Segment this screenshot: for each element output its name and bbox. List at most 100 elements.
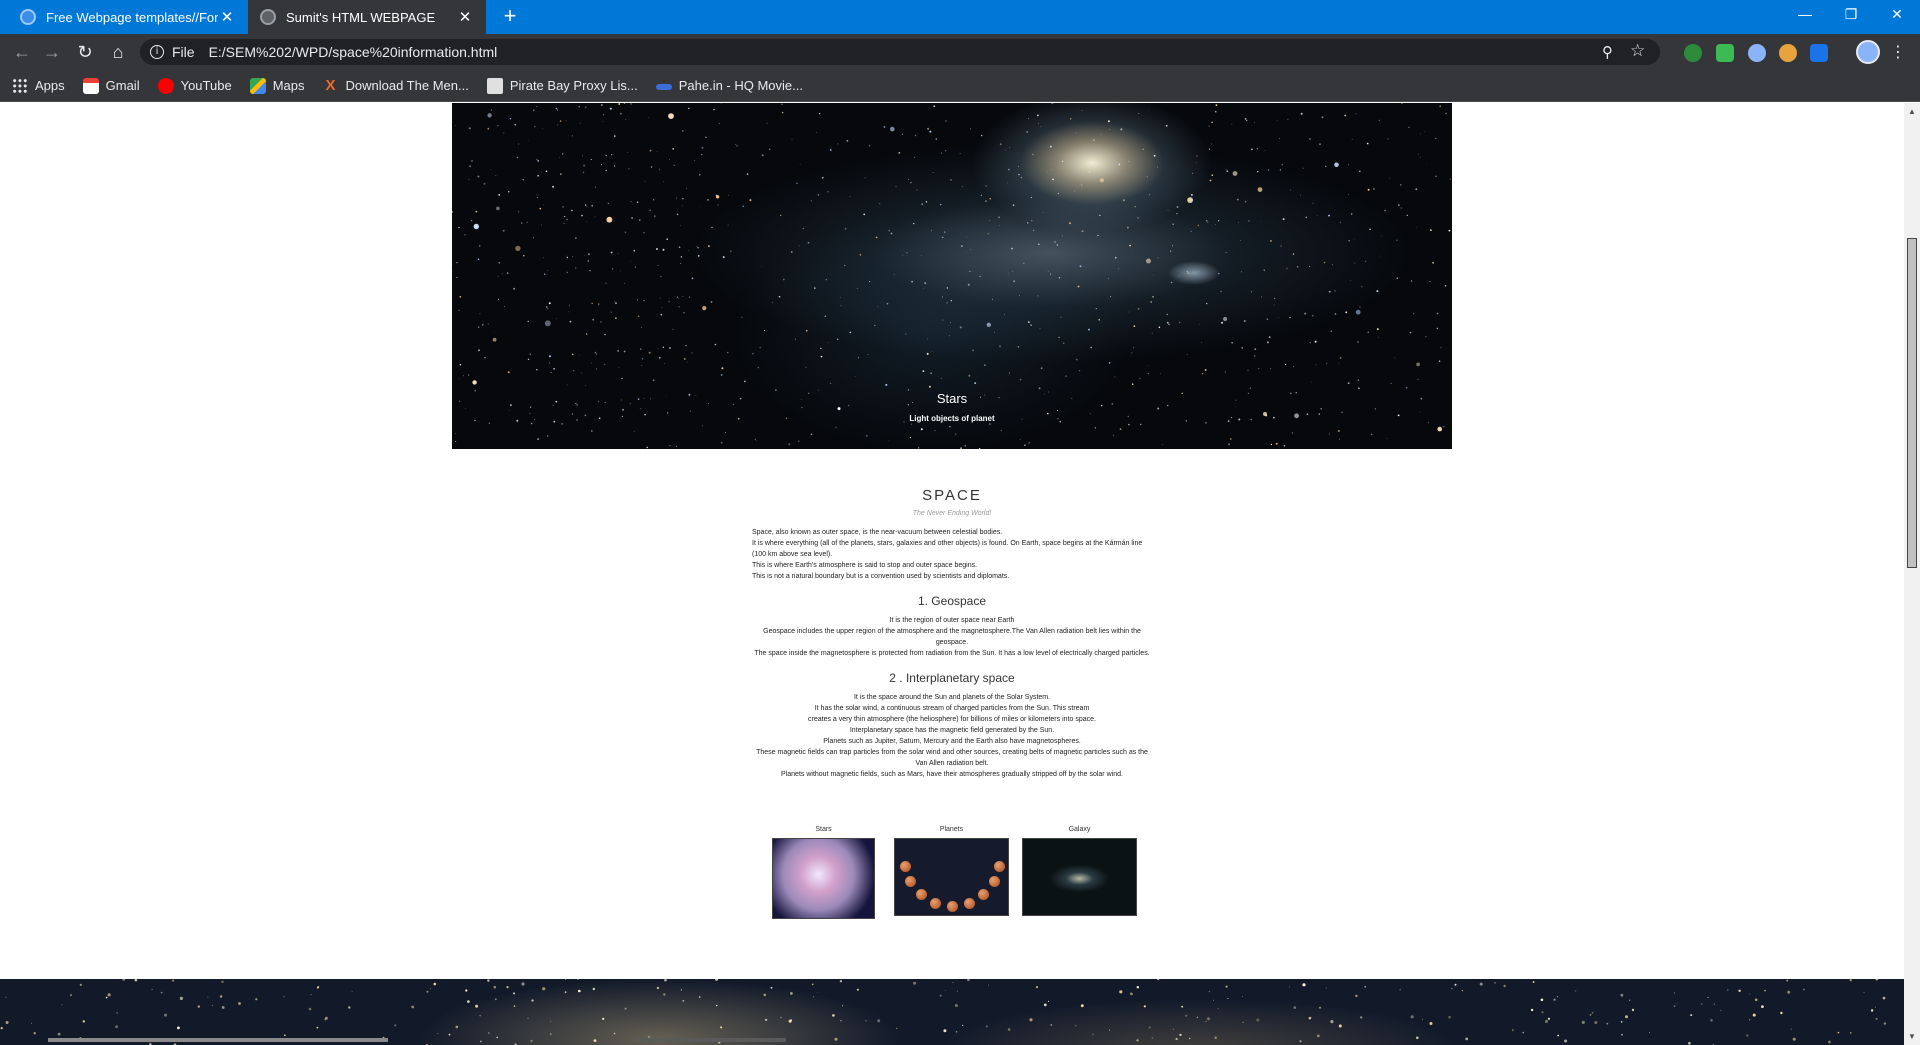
bookmark-apps[interactable]: Apps [12,77,65,94]
star [1347,194,1349,195]
star [756,440,757,442]
star [676,296,679,298]
bookmark-pahe[interactable]: Pahe.in - HQ Movie... [655,78,803,93]
star [666,238,668,240]
close-window-button[interactable]: ✕ [1874,0,1920,30]
minimize-button[interactable]: — [1782,0,1828,30]
scrollbar-thumb[interactable] [1907,238,1917,568]
tab-sumits-html-webpage[interactable]: Sumit's HTML WEBPAGE ✕ [248,0,486,34]
info-icon[interactable]: i [150,45,164,59]
new-tab-button[interactable]: + [498,5,522,29]
star [1241,347,1243,349]
zoom-icon[interactable]: ⚲ [1602,43,1620,61]
star [1319,143,1321,145]
city-light [1189,1037,1191,1040]
star [1012,271,1013,272]
star [680,256,683,258]
scroll-up-icon[interactable]: ▲ [1908,107,1916,116]
galaxy-thumbnail[interactable] [1022,838,1137,916]
star [934,430,936,432]
star [1186,271,1188,273]
star [669,347,671,349]
planets-thumbnail[interactable] [894,838,1009,916]
bookmark-pirate-bay[interactable]: Pirate Bay Proxy Lis... [486,77,638,94]
star [464,234,466,236]
profile-avatar[interactable] [1856,40,1880,64]
gallery-item-planets[interactable]: Planets [894,826,1009,916]
star [543,273,546,275]
city-light [1092,1033,1094,1035]
star [530,406,532,408]
star [563,222,565,224]
close-tab-icon[interactable]: ✕ [218,8,236,26]
star [817,194,820,196]
city-light [211,1005,213,1007]
planet-phase [964,898,975,909]
home-icon[interactable]: ⌂ [106,40,130,64]
extension-leaf-icon[interactable] [1684,44,1702,62]
horizontal-scrollbar-thumb[interactable] [48,1038,388,1042]
city-light [1606,1022,1609,1025]
bookmark-youtube[interactable]: YouTube [157,77,232,94]
star [1030,196,1032,199]
star [688,107,690,110]
scroll-down-icon[interactable]: ▼ [1908,1032,1916,1041]
city-light [1761,1005,1764,1008]
extension-s-icon[interactable] [1810,44,1828,62]
bookmark-label: Apps [35,78,65,93]
star [1179,321,1181,324]
restore-button[interactable]: ❐ [1828,0,1874,30]
star [760,266,762,267]
star [1131,383,1134,386]
star [523,255,525,257]
star [1077,285,1080,288]
star [1251,291,1252,293]
star [1004,313,1005,315]
star [1223,316,1228,322]
reload-icon[interactable]: ↻ [73,40,97,64]
star [1142,148,1144,150]
back-arrow-icon[interactable]: ← [10,40,34,64]
bookmark-download-the-men[interactable]: X Download The Men... [322,77,468,94]
star [1152,296,1154,298]
star [1229,438,1232,440]
paragraph-line: The space inside the magnetosphere is pr… [754,650,1150,657]
gallery-item-stars[interactable]: Stars [772,826,875,919]
paragraph-line: Geospace includes the upper region of th… [763,628,1141,646]
star [637,315,640,318]
star [1037,295,1039,297]
gallery-item-galaxy[interactable]: Galaxy [1022,826,1137,916]
address-url[interactable]: E:/SEM%202/WPD/space%20information.html [209,44,498,60]
city-light [164,1013,167,1017]
bookmark-star-icon[interactable]: ☆ [1630,41,1648,61]
star [927,127,929,130]
shield-icon[interactable] [1716,44,1734,62]
star [660,275,662,278]
star [989,220,990,221]
forward-arrow-icon[interactable]: → [40,40,64,64]
tab-free-webpage-templates[interactable]: Free Webpage templates//For ec ✕ [8,0,248,34]
vertical-scrollbar[interactable]: ▲ ▼ [1904,103,1920,1045]
star [1098,319,1100,321]
bookmark-maps[interactable]: Maps [249,77,304,94]
close-tab-icon[interactable]: ✕ [456,8,474,26]
star [657,347,659,349]
star [1331,264,1333,266]
address-bar[interactable]: i File E:/SEM%202/WPD/space%20informatio… [140,39,1660,65]
star [459,363,462,366]
extension-owl-icon[interactable] [1748,44,1766,62]
star [705,136,707,139]
star [546,306,548,308]
star [1348,164,1349,166]
star [1309,342,1311,344]
star [555,107,558,110]
bookmark-gmail[interactable]: Gmail [82,77,140,94]
star [561,153,564,155]
star [527,358,530,361]
star [1429,281,1431,282]
city-light [1547,1017,1550,1020]
star [1107,278,1109,280]
cookie-icon[interactable] [1779,44,1797,62]
stars-thumbnail[interactable] [772,838,875,919]
menu-kebab-icon[interactable]: ⋮ [1890,42,1906,62]
